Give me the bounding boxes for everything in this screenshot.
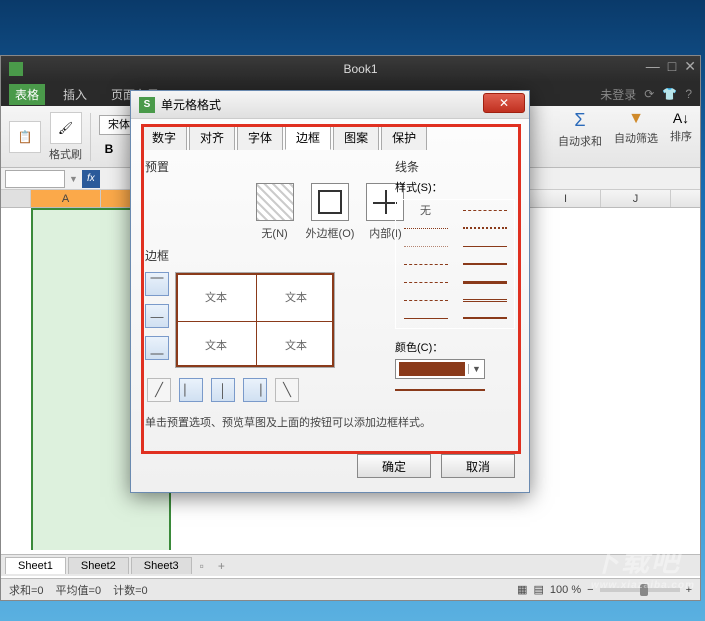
- tab-align[interactable]: 对齐: [189, 125, 235, 150]
- col-header[interactable]: J: [601, 190, 671, 207]
- line-panel: 线条 样式(S)： 无 颜色(C)：: [395, 158, 515, 391]
- color-select[interactable]: ▼: [395, 359, 485, 379]
- sync-icon[interactable]: ⟳: [644, 87, 654, 101]
- sheet-tab[interactable]: Sheet1: [5, 557, 66, 574]
- dialog-app-icon: S: [139, 97, 155, 113]
- sheet-tab[interactable]: Sheet2: [68, 557, 129, 574]
- maximize-button[interactable]: □: [668, 58, 676, 75]
- line-style-option[interactable]: [400, 258, 451, 270]
- view-page-icon[interactable]: ▤: [534, 583, 544, 596]
- dialog-body: 预置 无(N) 外边框(O) 内部(I) 边框 ⎺ ― ⎽: [131, 150, 529, 444]
- line-style-option[interactable]: [459, 240, 510, 252]
- line-style-option[interactable]: [459, 312, 510, 324]
- border-diag-down-button[interactable]: ╲: [275, 378, 299, 402]
- zoom-value: 100 %: [550, 584, 581, 596]
- sheet-menu-icon[interactable]: ▫: [194, 557, 210, 575]
- window-controls: — □ ✕: [646, 58, 696, 75]
- select-all-corner[interactable]: [1, 190, 31, 207]
- tab-pattern[interactable]: 图案: [333, 125, 379, 150]
- tab-number[interactable]: 数字: [141, 125, 187, 150]
- autosum-label[interactable]: 自动求和: [558, 133, 602, 149]
- cell-format-dialog: S 单元格格式 ✕ 数字 对齐 字体 边框 图案 保护 预置 无(N) 外边框(…: [130, 90, 530, 493]
- preset-none-label: 无(N): [261, 225, 287, 241]
- tab-font[interactable]: 字体: [237, 125, 283, 150]
- view-normal-icon[interactable]: ▦: [517, 583, 527, 596]
- border-right-button[interactable]: ⎹: [243, 378, 267, 402]
- col-header[interactable]: I: [531, 190, 601, 207]
- fx-icon[interactable]: fx: [82, 170, 100, 188]
- dialog-title: 单元格格式: [161, 96, 221, 113]
- separator: [90, 113, 91, 161]
- status-count: 计数=0: [113, 582, 148, 598]
- side-toggles-vertical: ⎺ ― ⎽: [145, 272, 169, 368]
- format-painter-label: 格式刷: [49, 146, 82, 162]
- dialog-titlebar[interactable]: S 单元格格式 ✕: [131, 91, 529, 119]
- ok-button[interactable]: 确定: [357, 454, 431, 478]
- line-style-option[interactable]: [459, 294, 510, 306]
- format-painter-button[interactable]: 🖌: [50, 112, 82, 144]
- border-left-button[interactable]: ⎸: [179, 378, 203, 402]
- menu-home[interactable]: 表格: [9, 84, 45, 105]
- app-titlebar: Book1 — □ ✕: [1, 56, 700, 82]
- preview-cell: 文本: [256, 321, 336, 369]
- menu-insert[interactable]: 插入: [57, 84, 93, 105]
- hint-text: 单击预置选项、预览草图及上面的按钮可以添加边框样式。: [145, 414, 515, 430]
- dialog-close-button[interactable]: ✕: [483, 93, 525, 113]
- cancel-button[interactable]: 取消: [441, 454, 515, 478]
- status-sum: 求和=0: [9, 582, 44, 598]
- sheet-tab[interactable]: Sheet3: [131, 557, 192, 574]
- minimize-button[interactable]: —: [646, 58, 660, 75]
- line-style-option[interactable]: [400, 276, 451, 288]
- preset-none-button[interactable]: [256, 183, 294, 221]
- doc-title: Book1: [29, 62, 692, 76]
- col-header[interactable]: A: [31, 190, 101, 207]
- preset-outer-button[interactable]: [311, 183, 349, 221]
- sort-label[interactable]: 排序: [670, 128, 692, 144]
- help-icon[interactable]: ?: [685, 87, 692, 101]
- border-preview[interactable]: 文本 文本 文本 文本: [175, 272, 335, 368]
- login-status[interactable]: 未登录: [600, 86, 636, 103]
- border-bottom-button[interactable]: ⎽: [145, 336, 169, 360]
- watermark: 下载吧 www.xiazaiba.com: [591, 540, 695, 591]
- border-hmid-button[interactable]: ―: [145, 304, 169, 328]
- add-sheet-button[interactable]: +: [212, 557, 231, 575]
- border-diag-up-button[interactable]: ╱: [147, 378, 171, 402]
- color-label: 颜色(C)：: [395, 339, 515, 355]
- doc-icon: [9, 62, 23, 76]
- border-top-button[interactable]: ⎺: [145, 272, 169, 296]
- line-section-label: 线条: [395, 158, 515, 175]
- dialog-tabs: 数字 对齐 字体 边框 图案 保护: [131, 119, 529, 150]
- line-style-list: 无: [395, 199, 515, 329]
- line-style-option[interactable]: [400, 222, 451, 234]
- bold-button[interactable]: B: [99, 139, 119, 159]
- line-style-option[interactable]: [459, 222, 510, 234]
- name-box[interactable]: [5, 170, 65, 188]
- line-preview: [395, 389, 485, 391]
- preview-cell: 文本: [176, 273, 256, 321]
- paste-button[interactable]: 📋: [9, 121, 41, 153]
- line-style-option[interactable]: [459, 204, 510, 216]
- autofilter-label[interactable]: 自动筛选: [614, 130, 658, 146]
- border-vmid-button[interactable]: │: [211, 378, 235, 402]
- dialog-buttons: 确定 取消: [131, 444, 529, 492]
- dropdown-icon[interactable]: ▼: [69, 174, 78, 184]
- chevron-down-icon: ▼: [468, 364, 484, 374]
- line-style-none[interactable]: 无: [400, 204, 451, 216]
- color-swatch: [399, 362, 465, 376]
- line-style-option[interactable]: [400, 240, 451, 252]
- status-avg: 平均值=0: [56, 582, 102, 598]
- shirt-icon[interactable]: 👕: [662, 87, 677, 101]
- tab-border[interactable]: 边框: [285, 125, 331, 150]
- preview-cell: 文本: [256, 273, 336, 321]
- line-style-option[interactable]: [400, 312, 451, 324]
- style-label: 样式(S)：: [395, 179, 515, 195]
- line-style-option[interactable]: [459, 276, 510, 288]
- preset-outer-label: 外边框(O): [306, 225, 355, 241]
- close-button[interactable]: ✕: [684, 58, 696, 75]
- line-style-option[interactable]: [400, 294, 451, 306]
- preview-cell: 文本: [176, 321, 256, 369]
- tab-protect[interactable]: 保护: [381, 125, 427, 150]
- line-style-option[interactable]: [459, 258, 510, 270]
